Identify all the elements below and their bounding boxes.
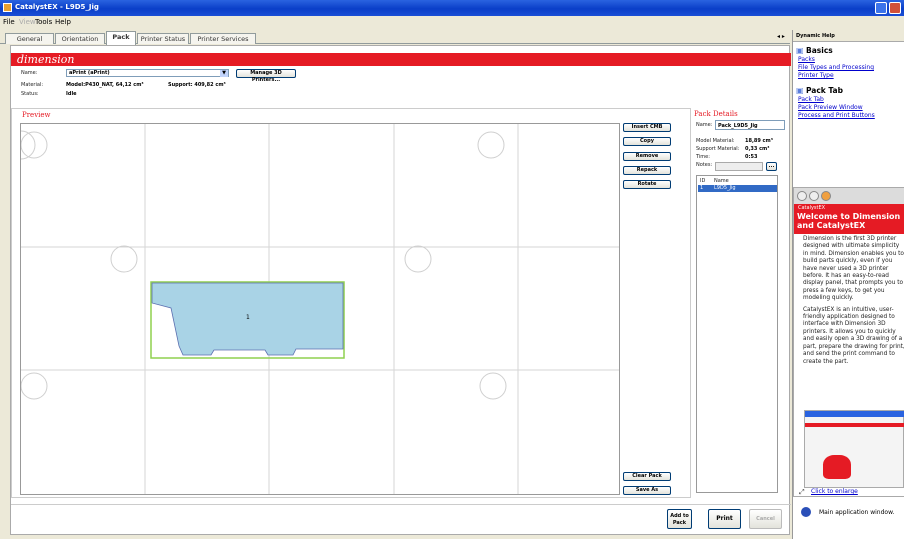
window-title: CatalystEX - L9D5_Jig bbox=[15, 3, 99, 11]
help-pack-tab-heading: Pack Tab bbox=[806, 86, 843, 95]
help-paragraph-1: Dimension is the first 3D printer design… bbox=[803, 236, 904, 302]
pack-details-panel: Pack Details Name: Pack_L9D5_Jig Model M… bbox=[693, 108, 789, 498]
preview-title: Preview bbox=[22, 111, 51, 119]
click-to-enlarge-link[interactable]: Click to enlarge bbox=[811, 488, 858, 495]
support-material-label: Support Material: bbox=[696, 146, 740, 152]
forward-icon[interactable] bbox=[809, 191, 819, 201]
row-id: 1 bbox=[700, 185, 704, 191]
tab-pack[interactable]: Pack bbox=[106, 31, 136, 45]
help-link-printer-type[interactable]: Printer Type bbox=[798, 72, 834, 79]
help-link-preview-window[interactable]: Pack Preview Window bbox=[798, 104, 863, 111]
popup-small-title: CatalystEX bbox=[798, 205, 826, 211]
tab-printer-status[interactable]: Printer Status bbox=[137, 33, 189, 44]
title-bar: CatalystEX - L9D5_Jig bbox=[0, 0, 904, 16]
home-icon[interactable] bbox=[821, 191, 831, 201]
preview-panel: Preview 1 bbox=[11, 108, 691, 498]
add-to-pack-button[interactable]: Add to Pack bbox=[667, 509, 692, 529]
notes-input[interactable] bbox=[715, 162, 763, 171]
brand-banner: dimension bbox=[11, 53, 791, 66]
book-icon: ▣ bbox=[796, 46, 804, 55]
menu-file[interactable]: File bbox=[3, 18, 15, 26]
manage-printers-button[interactable]: Manage 3D Printers... bbox=[236, 69, 296, 83]
popup-header: CatalystEX Welcome to Dimension and Cata… bbox=[794, 204, 904, 234]
book-icon: ▣ bbox=[796, 86, 804, 95]
popup-toolbar bbox=[794, 188, 904, 204]
menu-view[interactable]: View bbox=[19, 18, 36, 26]
popup-title: Welcome to Dimension and CatalystEX bbox=[797, 212, 901, 230]
material-label: Material: bbox=[21, 82, 43, 88]
print-button[interactable]: Print bbox=[708, 509, 741, 529]
pack-support-value: 0,33 cm³ bbox=[745, 146, 770, 152]
help-link-process-print[interactable]: Process and Print Buttons bbox=[798, 112, 875, 119]
app-icon bbox=[3, 3, 12, 12]
menu-help[interactable]: Help bbox=[55, 18, 71, 26]
notes-label: Notes: bbox=[696, 162, 713, 168]
menu-bar: File View Tools Help bbox=[0, 16, 904, 29]
close-button[interactable] bbox=[889, 2, 901, 14]
rotate-button[interactable]: Rotate bbox=[623, 180, 671, 189]
help-basics-heading: Basics bbox=[806, 46, 833, 55]
name-label: Name: bbox=[21, 70, 38, 76]
chevron-down-icon[interactable]: ▼ bbox=[220, 70, 228, 77]
notes-browse-button[interactable]: ... bbox=[766, 162, 777, 171]
copy-button[interactable]: Copy bbox=[623, 137, 671, 146]
support-material-value: Support: 409,82 cm³ bbox=[168, 82, 226, 88]
printer-select[interactable]: aPrint (aPrint) ▼ bbox=[66, 69, 229, 77]
pack-time-value: 0:53 bbox=[745, 154, 758, 160]
cancel-button[interactable]: Cancel bbox=[749, 509, 782, 529]
help-header: Dynamic Help bbox=[793, 30, 904, 42]
magnify-icon: ⤢ bbox=[799, 488, 805, 496]
part-id-label[interactable]: 1 bbox=[246, 314, 250, 321]
status-value: Idle bbox=[66, 91, 77, 97]
bottom-bar: Add to Pack Print Cancel bbox=[11, 504, 791, 534]
help-link-file-types[interactable]: File Types and Processing bbox=[798, 64, 874, 71]
caption-main-window: Main application window. bbox=[819, 509, 895, 516]
model-material-value: Model:P430_NAT, 64,12 cm³ bbox=[66, 82, 144, 88]
status-label: Status: bbox=[21, 91, 39, 97]
help-link-packs[interactable]: Packs bbox=[798, 56, 815, 63]
row-name: L9D5_Jig bbox=[714, 185, 736, 191]
pack-tab-panel: dimension Name: aPrint (aPrint) ▼ Manage… bbox=[10, 45, 791, 535]
tab-scroll-arrows[interactable]: ◂ ▸ bbox=[777, 33, 785, 40]
column-id[interactable]: ID bbox=[700, 178, 705, 184]
remove-button[interactable]: Remove bbox=[623, 152, 671, 161]
clear-pack-button[interactable]: Clear Pack bbox=[623, 472, 671, 481]
tab-printer-services[interactable]: Printer Services bbox=[190, 33, 256, 44]
screenshot-thumbnail[interactable] bbox=[804, 410, 904, 488]
time-label: Time: bbox=[696, 154, 710, 160]
menu-tools[interactable]: Tools bbox=[35, 18, 52, 26]
printer-select-value: aPrint (aPrint) bbox=[69, 70, 110, 76]
tab-orientation[interactable]: Orientation bbox=[55, 33, 105, 44]
repack-button[interactable]: Repack bbox=[623, 166, 671, 175]
dynamic-help-panel: Dynamic Help ▣ Basics Packs File Types a… bbox=[792, 30, 904, 539]
pack-details-title: Pack Details bbox=[694, 110, 738, 118]
help-paragraph-2: CatalystEX is an intuitive, user-friendl… bbox=[803, 306, 904, 365]
help-popup: CatalystEX Welcome to Dimension and Cata… bbox=[793, 187, 904, 497]
build-tray-canvas[interactable]: 1 bbox=[20, 123, 620, 495]
help-link-pack-tab[interactable]: Pack Tab bbox=[798, 96, 824, 103]
pack-name-label: Name: bbox=[696, 122, 713, 128]
tab-bar: General Orientation Pack Printer Status … bbox=[0, 30, 790, 45]
table-row[interactable]: 1 L9D5_Jig bbox=[698, 185, 777, 192]
column-name[interactable]: Name bbox=[714, 178, 729, 184]
back-icon[interactable] bbox=[797, 191, 807, 201]
pack-part-list[interactable]: ID Name 1 L9D5_Jig bbox=[696, 175, 778, 493]
save-as-button[interactable]: Save As bbox=[623, 486, 671, 495]
tab-general[interactable]: General bbox=[5, 33, 54, 44]
build-tray-grid bbox=[20, 124, 619, 494]
restore-button[interactable] bbox=[875, 2, 887, 14]
pack-model-value: 18,89 cm³ bbox=[745, 138, 773, 144]
insert-cmb-button[interactable]: Insert CMB bbox=[623, 123, 671, 132]
dimension-logo: dimension bbox=[17, 53, 75, 66]
info-icon bbox=[801, 507, 811, 517]
pack-name-input[interactable]: Pack_L9D5_Jig bbox=[715, 120, 785, 130]
model-material-label: Model Material: bbox=[696, 138, 735, 144]
